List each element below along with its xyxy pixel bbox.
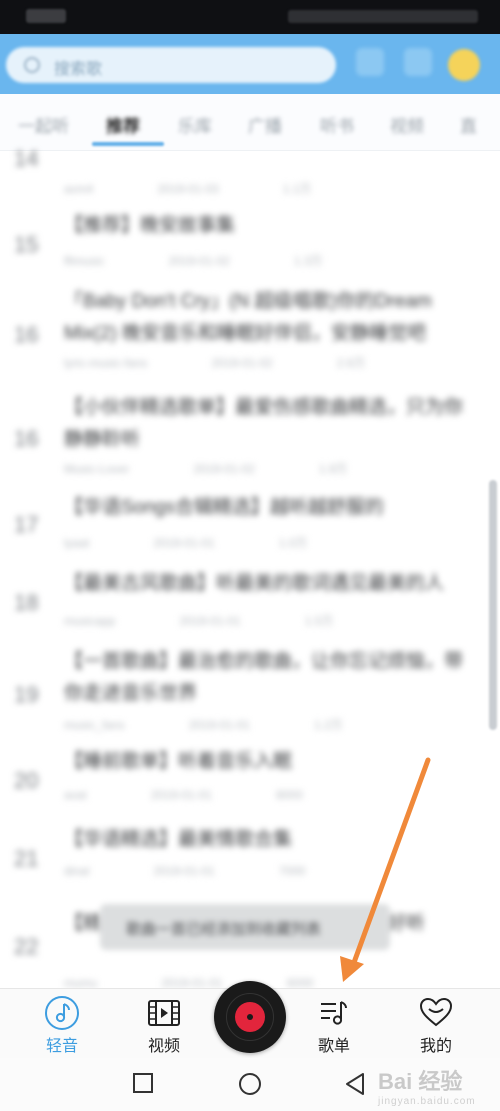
item-title: 「Baby Don't Cry」(N 超级唱歌)你的Dream Mix(2) 晚… bbox=[64, 291, 432, 344]
tab-mine[interactable]: 我的 bbox=[396, 989, 476, 1059]
record-hole bbox=[247, 1014, 253, 1020]
item-number: 17 bbox=[14, 512, 39, 537]
avatar[interactable] bbox=[448, 49, 480, 81]
heart-icon bbox=[419, 997, 453, 1027]
item-meta: musicapp 2019-01-01 1.5万 bbox=[64, 614, 334, 628]
item-meta: lyaat 2019-01-01 1.0万 bbox=[64, 536, 308, 550]
search-icon bbox=[24, 57, 40, 73]
tab-label: 我的 bbox=[419, 1038, 452, 1055]
item-title: 【睡前歌单】听着音乐入眠 bbox=[64, 751, 293, 772]
tab-video[interactable]: 视频 bbox=[390, 112, 424, 137]
search-bar[interactable]: 搜索歌 bbox=[6, 47, 336, 83]
item-number: 19 bbox=[14, 682, 39, 707]
tab-audiobook[interactable]: 听书 bbox=[320, 112, 354, 137]
bottom-tab-bar: 轻音 视频 歌单 我的 bbox=[0, 981, 500, 1059]
toast-message: 歌曲一首已经添加到收藏列表 bbox=[100, 904, 390, 950]
tab-label: 视频 bbox=[147, 1038, 180, 1055]
item-number: 18 bbox=[14, 590, 39, 615]
now-playing-record[interactable] bbox=[214, 981, 286, 1053]
item-title: 【小伙伴精选歌单】最爱伤感歌曲精选，只为你静静聆听 bbox=[64, 397, 464, 450]
item-number: 22 bbox=[14, 934, 39, 959]
item-meta: avm4 2019-01-03 1.1万 bbox=[64, 182, 312, 196]
item-title: 【一首歌曲】最治愈的歌曲，让你忘记烦恼，带你走进音乐世界 bbox=[64, 651, 464, 704]
home-icon[interactable] bbox=[238, 1072, 262, 1096]
item-title: 【华语Songs合辑精选】越听越舒服的 bbox=[64, 497, 384, 518]
app-header: 搜索歌 bbox=[0, 34, 500, 94]
item-number: 16 bbox=[14, 426, 39, 451]
playlist-list: 14 avm4 2019-01-03 1.1万 15 【推荐】晚安故事集 ffimu… bbox=[0, 140, 500, 990]
recents-icon[interactable] bbox=[132, 1072, 154, 1094]
item-title: 【华语精选】最美情歌合集 bbox=[64, 829, 293, 850]
tab-playlist[interactable]: 歌单 bbox=[294, 989, 374, 1059]
item-meta: avat 2019-01-01 8000 bbox=[64, 788, 303, 802]
status-bar bbox=[0, 0, 500, 34]
item-number: 16 bbox=[14, 322, 39, 347]
tab-library[interactable]: 乐库 bbox=[178, 112, 212, 137]
tab-recommend[interactable]: 推荐 bbox=[106, 112, 140, 137]
item-meta: music_fans 2019-01-01 1.2万 bbox=[64, 718, 343, 732]
item-meta: lyric-music-fans 2019-01-02 2.6万 bbox=[64, 356, 366, 370]
item-number: 20 bbox=[14, 768, 39, 793]
watermark: Bai 经验 jingyan.baidu.com bbox=[378, 1069, 476, 1107]
item-number: 14 bbox=[14, 146, 39, 171]
status-time bbox=[26, 9, 66, 23]
tab-video-bottom[interactable]: 视频 bbox=[124, 989, 204, 1059]
tab-radio[interactable]: 广播 bbox=[248, 112, 282, 137]
tab-together[interactable]: 一起听 bbox=[18, 112, 69, 137]
scan-icon[interactable] bbox=[356, 48, 384, 76]
tab-live[interactable]: 直 bbox=[460, 112, 477, 137]
item-title: 【最美古风歌曲】听最美的歌词遇见最美的人 bbox=[64, 573, 445, 594]
tab-label: 歌单 bbox=[317, 1038, 350, 1055]
playlist-icon bbox=[321, 1001, 347, 1025]
item-meta: Music-Lover 2019-01-02 1.9万 bbox=[64, 462, 348, 476]
back-icon[interactable] bbox=[344, 1072, 366, 1096]
item-number: 15 bbox=[14, 232, 39, 257]
scrollbar[interactable] bbox=[489, 480, 497, 730]
item-title: 【推荐】晚安故事集 bbox=[64, 215, 236, 236]
toast-text: 歌曲一首已经添加到收藏列表 bbox=[126, 921, 322, 938]
music-note-icon bbox=[45, 996, 79, 1030]
item-meta: dinal 2019-01-01 7000 bbox=[64, 864, 306, 878]
search-placeholder: 搜索歌 bbox=[54, 61, 103, 78]
tab-light-music[interactable]: 轻音 bbox=[22, 989, 102, 1059]
film-icon bbox=[148, 1000, 180, 1026]
item-meta: ffimusic 2019-01-02 1.3万 bbox=[64, 254, 323, 268]
item-number: 21 bbox=[14, 846, 39, 871]
message-icon[interactable] bbox=[404, 48, 432, 76]
tab-label: 轻音 bbox=[45, 1038, 78, 1055]
status-icons bbox=[288, 10, 478, 23]
